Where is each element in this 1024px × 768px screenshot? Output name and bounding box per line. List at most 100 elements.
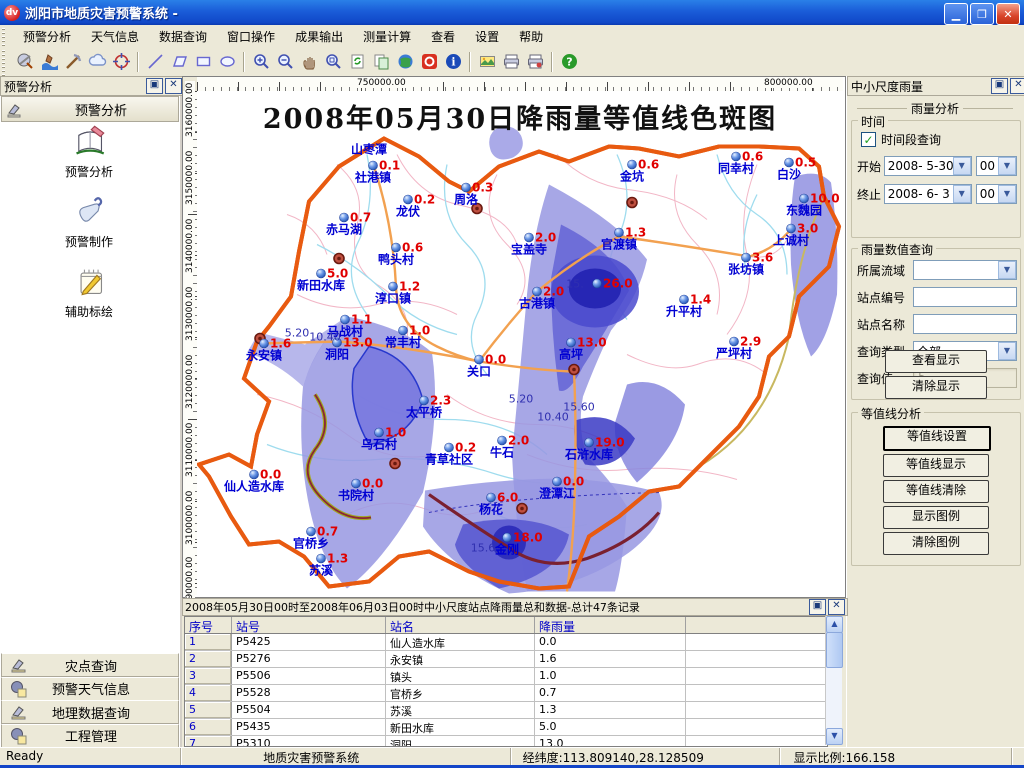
chevron-down-icon[interactable]: ▼ xyxy=(998,157,1016,175)
rain-station[interactable]: 0.6金坑 xyxy=(619,158,659,184)
pin-icon[interactable]: ▣ xyxy=(991,78,1008,94)
start-date-picker[interactable]: 2008- 5-30▼ xyxy=(884,156,972,176)
sidebar-tool-2[interactable]: 辅助标绘 xyxy=(0,264,178,320)
left-panel-header[interactable]: 预警分析 xyxy=(1,96,179,122)
close-button[interactable]: ✕ xyxy=(996,3,1020,25)
end-hour-combo[interactable]: 00▼ xyxy=(976,184,1017,204)
time-range-checkbox[interactable]: ✓ xyxy=(861,132,876,147)
chevron-down-icon[interactable]: ▼ xyxy=(953,157,971,175)
map-canvas[interactable]: 山枣潭0.1社港镇0.3周洛0.6金坑0.6同幸村0.5白沙0.2龙伏0.7赤马… xyxy=(197,91,843,595)
warn-analysis-icon[interactable] xyxy=(13,50,37,74)
rain-station[interactable]: 0.6鸭头村 xyxy=(378,241,423,267)
table-scrollbar[interactable]: ▲ ▼ xyxy=(825,616,842,745)
help-icon[interactable]: ? xyxy=(557,50,581,74)
contour-clear-button[interactable]: 等值线清除 xyxy=(883,480,989,503)
column-header-3[interactable]: 降雨量 xyxy=(535,617,686,633)
minimize-button[interactable]: ▁ xyxy=(944,3,968,25)
scroll-thumb[interactable] xyxy=(826,632,843,668)
pan-hand-icon[interactable] xyxy=(297,50,321,74)
rain-station[interactable]: 1.4升平村 xyxy=(666,293,711,319)
rain-station[interactable]: 2.9严坪村 xyxy=(715,335,761,361)
toolbar-drag-handle[interactable] xyxy=(0,47,7,76)
chevron-down-icon[interactable]: ▼ xyxy=(998,342,1016,360)
menu-item-0[interactable]: 预警分析 xyxy=(13,25,81,48)
legend-clear-button[interactable]: 清除图例 xyxy=(883,532,989,555)
copy-view-icon[interactable] xyxy=(369,50,393,74)
pin-icon[interactable]: ▣ xyxy=(809,599,826,615)
print-icon[interactable] xyxy=(499,50,523,74)
menu-item-1[interactable]: 天气信息 xyxy=(81,25,149,48)
close-icon[interactable]: ✕ xyxy=(828,599,845,615)
chevron-down-icon[interactable]: ▼ xyxy=(953,185,971,203)
pin-icon[interactable]: ▣ xyxy=(146,78,163,94)
end-date-picker[interactable]: 2008- 6- 3▼ xyxy=(884,184,972,204)
table-row[interactable]: 1P5425仙人造水库0.0 xyxy=(185,634,827,651)
locate-target-icon[interactable] xyxy=(109,50,133,74)
draw-ellipse-icon[interactable] xyxy=(215,50,239,74)
contour-show-button[interactable]: 等值线显示 xyxy=(883,454,989,477)
rain-station[interactable]: 5.0新田水库 xyxy=(297,267,348,293)
globe-icon[interactable] xyxy=(393,50,417,74)
start-hour-combo[interactable]: 00▼ xyxy=(976,156,1017,176)
table-row[interactable]: 3P5506镇头1.0 xyxy=(185,668,827,685)
table-row[interactable]: 6P5435新田水库5.0 xyxy=(185,719,827,736)
zoom-in-icon[interactable] xyxy=(249,50,273,74)
zoom-out-icon[interactable] xyxy=(273,50,297,74)
table-row[interactable]: 7P5310洞阳13.0 xyxy=(185,736,827,747)
rain-station[interactable]: 0.2龙伏 xyxy=(396,193,435,219)
station-id-input[interactable] xyxy=(913,287,1017,307)
column-header-2[interactable]: 站名 xyxy=(386,617,535,633)
sidebar-section-0[interactable]: 灾点查询 xyxy=(1,653,179,677)
draw-rectangle-icon[interactable] xyxy=(191,50,215,74)
menu-item-5[interactable]: 测量计算 xyxy=(353,25,421,48)
sidebar-section-2[interactable]: 地理数据查询 xyxy=(1,700,179,724)
draw-polygon-icon[interactable] xyxy=(167,50,191,74)
stop-icon[interactable] xyxy=(417,50,441,74)
close-icon[interactable]: ✕ xyxy=(1010,78,1024,94)
zoom-window-icon[interactable] xyxy=(321,50,345,74)
close-icon[interactable]: ✕ xyxy=(165,78,182,94)
contour-settings-button[interactable]: 等值线设置 xyxy=(883,426,991,451)
rain-station[interactable]: 0.2青草社区 xyxy=(425,441,476,467)
scroll-up-icon[interactable]: ▲ xyxy=(826,616,843,633)
rain-station[interactable]: 0.6同幸村 xyxy=(718,150,763,176)
legend-show-button[interactable]: 显示图例 xyxy=(883,506,989,529)
restore-button[interactable]: ❐ xyxy=(970,3,994,25)
rain-station[interactable]: 0.0仙人造水库 xyxy=(224,468,284,494)
station-name-input[interactable] xyxy=(913,314,1017,334)
clear-display-button[interactable]: 清除显示 xyxy=(885,376,987,399)
basin-combo[interactable]: ▼ xyxy=(913,260,1017,280)
rain-station[interactable]: 山枣潭 xyxy=(351,142,387,157)
menu-item-4[interactable]: 成果输出 xyxy=(285,25,353,48)
table-row[interactable]: 2P5276永安镇1.6 xyxy=(185,651,827,668)
survey-pick-icon[interactable] xyxy=(61,50,85,74)
rain-station[interactable]: 0.0关口 xyxy=(467,353,506,379)
sidebar-tool-0[interactable]: 预警分析 xyxy=(0,124,178,180)
menu-drag-handle[interactable] xyxy=(0,25,7,47)
menu-item-7[interactable]: 设置 xyxy=(465,25,509,48)
info-icon[interactable]: i xyxy=(441,50,465,74)
chevron-down-icon[interactable]: ▼ xyxy=(998,185,1016,203)
disaster-water-icon[interactable] xyxy=(37,50,61,74)
column-header-1[interactable]: 站号 xyxy=(232,617,386,633)
rain-station[interactable]: 0.3周洛 xyxy=(454,181,493,207)
menu-item-6[interactable]: 查看 xyxy=(421,25,465,48)
weather-cloud-icon[interactable] xyxy=(85,50,109,74)
table-row[interactable]: 5P5504苏溪1.3 xyxy=(185,702,827,719)
refresh-view-icon[interactable] xyxy=(345,50,369,74)
rain-station[interactable]: 0.7赤马湖 xyxy=(326,211,371,237)
menu-item-2[interactable]: 数据查询 xyxy=(149,25,217,48)
menu-item-3[interactable]: 窗口操作 xyxy=(217,25,285,48)
print-preview-icon[interactable] xyxy=(523,50,547,74)
rain-station[interactable]: 0.1社港镇 xyxy=(354,159,400,185)
image-export-icon[interactable] xyxy=(475,50,499,74)
sidebar-section-1[interactable]: 预警天气信息 xyxy=(1,677,179,701)
scroll-down-icon[interactable]: ▼ xyxy=(826,728,843,745)
menu-item-8[interactable]: 帮助 xyxy=(509,25,553,48)
chevron-down-icon[interactable]: ▼ xyxy=(998,261,1016,279)
draw-line-icon[interactable] xyxy=(143,50,167,74)
sidebar-tool-1[interactable]: 预警制作 xyxy=(0,194,178,250)
sidebar-section-3[interactable]: 工程管理 xyxy=(1,724,179,748)
view-display-button[interactable]: 查看显示 xyxy=(885,350,987,373)
column-header-0[interactable]: 序号 xyxy=(185,617,232,633)
